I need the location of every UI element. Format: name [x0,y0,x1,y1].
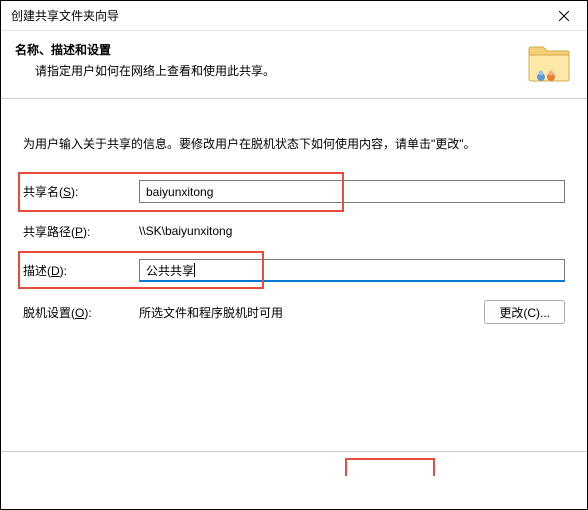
header-text: 名称、描述和设置 请指定用户如何在网络上查看和使用此共享。 [15,41,525,79]
wizard-footer [1,451,587,509]
close-button[interactable] [541,1,587,31]
share-path-row: 共享路径(P): \\SK\baiyunxitong [23,221,565,241]
change-button[interactable]: 更改(C)... [484,300,565,324]
text-cursor [194,263,195,277]
highlight-box [345,458,435,476]
header-subtitle: 请指定用户如何在网络上查看和使用此共享。 [35,62,525,79]
share-name-label: 共享名(S): [23,183,139,200]
description-input[interactable]: 公共共享 [139,259,565,282]
description-row: 描述(D): 公共共享 [23,259,565,282]
offline-label: 脱机设置(O): [23,304,139,321]
wizard-content: 为用户输入关于共享的信息。要修改用户在脱机状态下如何使用内容，请单击"更改"。 … [1,99,587,451]
titlebar: 创建共享文件夹向导 [1,1,587,31]
close-icon [559,11,569,21]
offline-row: 脱机设置(O): 所选文件和程序脱机时可用 更改(C)... [23,300,565,324]
header-title: 名称、描述和设置 [15,41,525,58]
intro-text: 为用户输入关于共享的信息。要修改用户在脱机状态下如何使用内容，请单击"更改"。 [23,135,565,152]
share-path-value: \\SK\baiyunxitong [139,221,565,241]
share-path-label: 共享路径(P): [23,223,139,240]
window-title: 创建共享文件夹向导 [11,7,119,24]
description-label: 描述(D): [23,262,139,279]
folder-share-icon [525,43,573,87]
share-name-input[interactable] [139,180,565,203]
offline-value: 所选文件和程序脱机时可用 [139,301,484,324]
share-name-row: 共享名(S): [23,180,565,203]
wizard-window: 创建共享文件夹向导 名称、描述和设置 请指定用户如何在网络上查看和使用此共享。 … [0,0,588,510]
wizard-header: 名称、描述和设置 请指定用户如何在网络上查看和使用此共享。 [1,31,587,99]
